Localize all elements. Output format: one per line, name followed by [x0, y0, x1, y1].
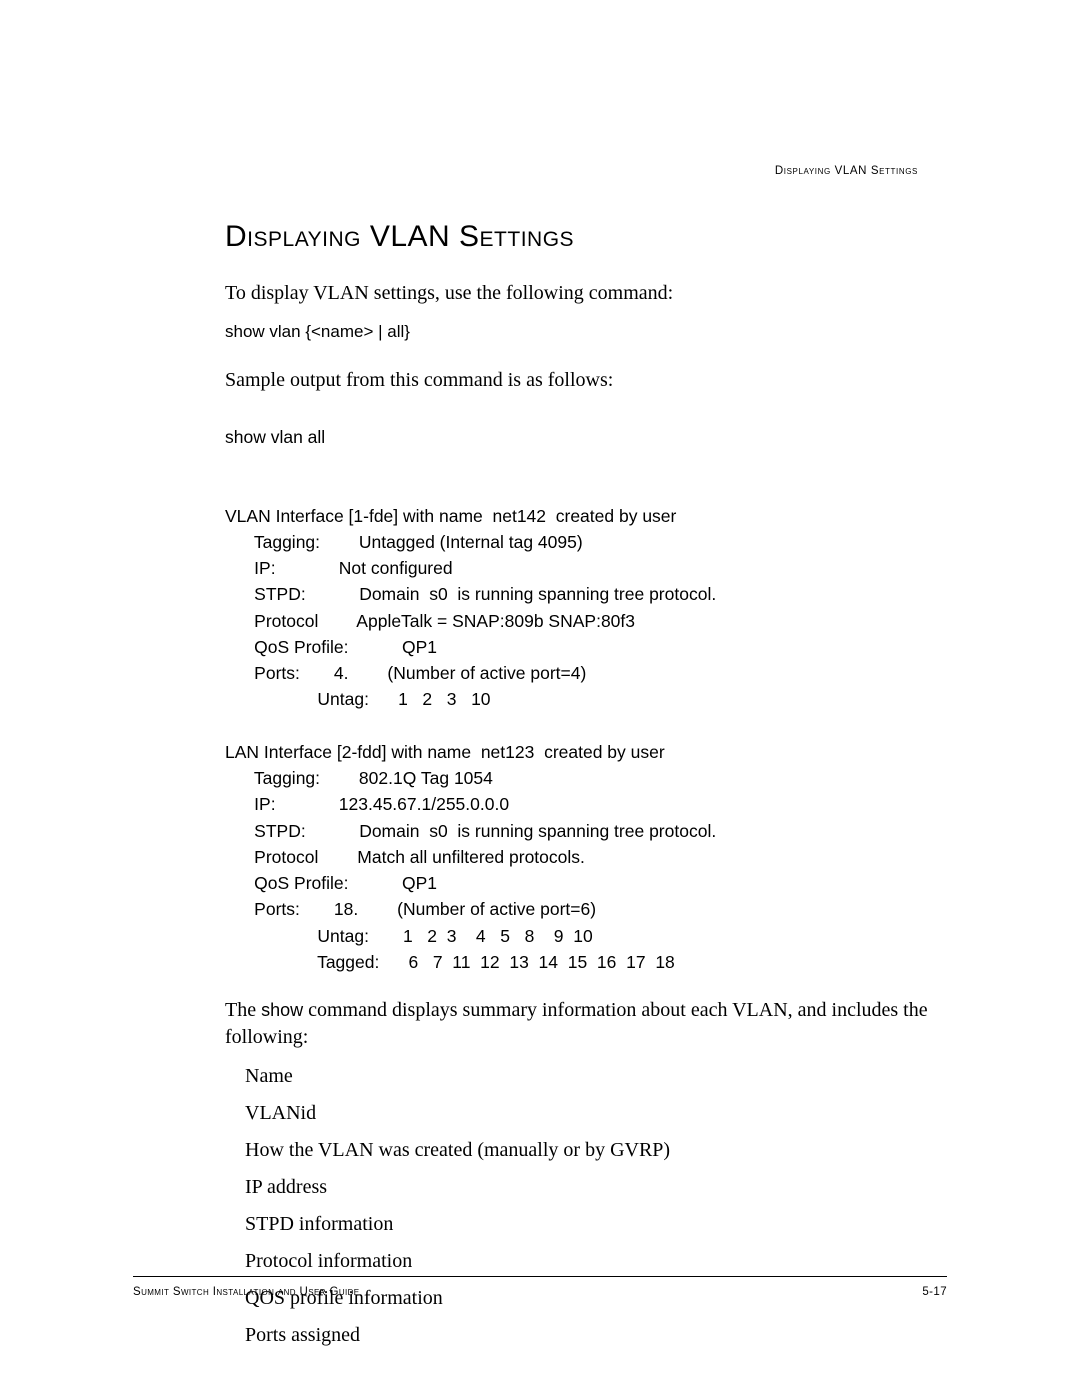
list-item: Ports assigned	[245, 1322, 947, 1349]
sample-intro-paragraph: Sample output from this command is as fo…	[225, 367, 947, 394]
summary-list: Name VLANid How the VLAN was created (ma…	[245, 1063, 947, 1349]
running-header: Displaying VLAN Settings	[775, 164, 918, 180]
page-footer: Summit Switch Installation and User Guid…	[133, 1276, 947, 1301]
list-item: Name	[245, 1063, 947, 1090]
sample-output: show vlan all VLAN Interface [1-fde] wit…	[225, 424, 947, 975]
footer-right: 5-17	[922, 1285, 947, 1301]
list-item: STPD information	[245, 1211, 947, 1238]
list-item: VLANid	[245, 1100, 947, 1127]
page: Displaying VLAN Settings Displaying VLAN…	[0, 0, 1080, 1397]
list-item: IP address	[245, 1174, 947, 1201]
intro-paragraph: To display VLAN settings, use the follow…	[225, 280, 947, 307]
summary-cmd: show	[261, 1000, 303, 1020]
list-item: Protocol information	[245, 1248, 947, 1275]
summary-pre: The	[225, 999, 261, 1021]
command-syntax: show vlan {<name> | all}	[225, 319, 947, 345]
section-title: Displaying VLAN Settings	[225, 217, 947, 258]
list-item: How the VLAN was created (manually or by…	[245, 1137, 947, 1164]
footer-left: Summit Switch Installation and User Guid…	[133, 1285, 360, 1301]
summary-paragraph: The show command displays summary inform…	[225, 997, 947, 1051]
summary-post: command displays summary information abo…	[225, 999, 928, 1048]
